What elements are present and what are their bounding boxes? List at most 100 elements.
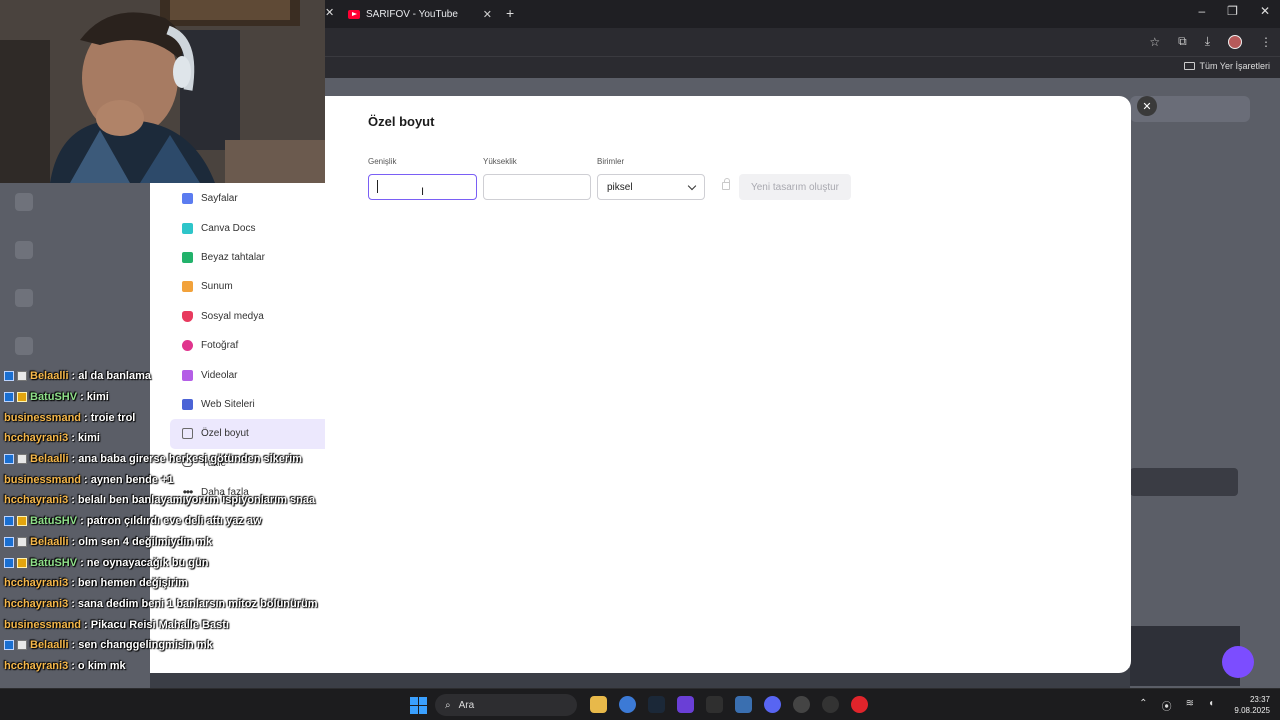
volume-icon[interactable]: ◖	[1208, 698, 1214, 713]
close-tab-icon[interactable]: ✕	[483, 8, 492, 21]
chat-badge-icon	[17, 640, 27, 651]
all-bookmarks-label: Tüm Yer İşaretleri	[1199, 61, 1270, 71]
docs-icon	[182, 222, 193, 234]
browser-tab-youtube[interactable]: SARIFOV - YouTube ✕	[340, 2, 500, 26]
close-icon: ✕	[1142, 100, 1152, 113]
chat-text: : kimi	[71, 432, 100, 445]
chat-text: : patron çıldırdı eve deli attı yaz aw	[80, 515, 262, 528]
restore-icon[interactable]: ❐	[1227, 4, 1238, 18]
microphone-icon[interactable]: ⦿	[1162, 698, 1172, 713]
chat-message: businessmand: troie trol	[4, 407, 334, 428]
sidebar-item[interactable]: Canva Docs	[170, 213, 346, 242]
height-input[interactable]	[483, 174, 591, 200]
search-icon: ⌕	[445, 699, 451, 711]
chat-username: businessmand	[4, 618, 82, 631]
settings-icon[interactable]	[735, 696, 752, 713]
sidebar-item[interactable]: Sayfalar	[170, 184, 346, 213]
chat-badge-icon	[4, 371, 14, 382]
chat-message: hcchayrani3: belalı ben banlayamıyorum i…	[4, 490, 334, 511]
chat-badge-icon	[17, 392, 27, 403]
sidebar-item[interactable]: Sosyal medya	[170, 302, 346, 331]
sidebar-item[interactable]: Sunum	[170, 272, 346, 301]
folder-icon	[1184, 62, 1196, 70]
lock-icon[interactable]	[722, 178, 730, 190]
windows-start-icon[interactable]	[410, 697, 427, 714]
chat-username: hcchayrani3	[4, 494, 69, 507]
chat-badge-icon	[4, 557, 14, 568]
taskbar: ⌕ Ara ⌃ ⦿ ≋ ◖ 23:37 9.08.2025	[0, 688, 1280, 720]
profile-avatar[interactable]	[1228, 34, 1242, 49]
whiteboard-icon	[182, 251, 193, 263]
chat-badge-icon	[4, 536, 14, 547]
chat-message: Belaalli: sen changgelingmisin mk	[4, 635, 334, 656]
file-explorer-icon[interactable]	[590, 696, 607, 713]
chat-username: Belaalli	[30, 453, 69, 466]
chat-badge-icon	[17, 454, 27, 465]
steam-icon[interactable]	[648, 696, 665, 713]
bookmark-star-icon[interactable]: ☆	[1149, 35, 1160, 49]
chat-text: : Pikacu Reisi Mahalle Bastı	[84, 618, 229, 631]
toolbar-icons: ☆ ⧉ ⤓ ⋮	[1149, 34, 1272, 49]
chat-text: : ana baba girerse herkesi götünden sike…	[71, 453, 302, 466]
chat-username: BatuSHV	[30, 556, 78, 569]
obs-icon[interactable]	[793, 696, 810, 713]
chat-message: BatuSHV: ne oynayacağık bu gün	[4, 552, 334, 573]
menu-dots-icon[interactable]: ⋮	[1260, 35, 1272, 49]
chat-message: businessmand: Pikacu Reisi Mahalle Bastı	[4, 614, 334, 635]
clock-time: 23:37	[1249, 695, 1270, 704]
sidebar-item[interactable]: Fotoğraf	[170, 331, 346, 360]
chat-message: hcchayrani3: kimi	[4, 428, 334, 449]
opera-icon[interactable]	[851, 696, 868, 713]
chat-message: hcchayrani3: o kim mk	[4, 656, 334, 677]
sidebar-item-label: Beyaz tahtalar	[201, 251, 265, 263]
tab-title: SARIFOV - YouTube	[366, 8, 458, 20]
chat-username: hcchayrani3	[4, 659, 69, 672]
rail-item[interactable]	[15, 289, 33, 307]
chat-text: : o kim mk	[71, 659, 126, 672]
sidebar-item[interactable]: Beyaz tahtalar	[170, 243, 346, 272]
text-cursor-icon: I	[421, 186, 425, 198]
sidebar-item-label: Sayfalar	[201, 193, 238, 205]
media-player-icon[interactable]	[822, 696, 839, 713]
discord-icon[interactable]	[764, 696, 781, 713]
chat-text: : ben hemen değişirim	[71, 577, 188, 590]
chat-text: : kimi	[80, 391, 109, 404]
chat-username: BatuSHV	[30, 515, 78, 528]
chevron-down-icon	[687, 181, 697, 190]
rail-item[interactable]	[15, 193, 33, 211]
new-tab-icon[interactable]: +	[506, 5, 514, 21]
chrome-icon[interactable]	[619, 696, 636, 713]
chat-badge-icon	[17, 557, 27, 568]
chat-badge-icon	[4, 516, 14, 527]
chat-text: : sana dedim beni 1 banlarsın mitoz bölü…	[71, 597, 318, 610]
chat-username: hcchayrani3	[4, 597, 69, 610]
chat-username: Belaalli	[30, 639, 69, 652]
rail-item[interactable]	[15, 241, 33, 259]
close-window-icon[interactable]: ✕	[1260, 4, 1270, 18]
camera-icon	[182, 340, 193, 352]
tray-chevron-up-icon[interactable]: ⌃	[1139, 698, 1147, 713]
download-icon[interactable]: ⤓	[1205, 34, 1210, 49]
chat-message: Belaalli: al da banlama	[4, 366, 334, 387]
app-icon[interactable]	[677, 696, 694, 713]
help-fab[interactable]	[1222, 646, 1254, 678]
close-previous-tab-icon[interactable]: ✕	[325, 6, 334, 19]
webcam-overlay	[0, 0, 325, 183]
chat-username: hcchayrani3	[4, 577, 69, 590]
taskbar-search[interactable]: ⌕ Ara	[435, 694, 577, 716]
all-bookmarks-button[interactable]: Tüm Yer İşaretleri	[1184, 61, 1270, 71]
chat-username: BatuSHV	[30, 391, 78, 404]
chat-message: BatuSHV: patron çıldırdı eve deli attı y…	[4, 511, 334, 532]
extensions-icon[interactable]: ⧉	[1178, 34, 1187, 49]
clock[interactable]: 23:37 9.08.2025	[1234, 694, 1270, 716]
epic-games-icon[interactable]	[706, 696, 723, 713]
chat-badge-icon	[4, 454, 14, 465]
minimize-icon[interactable]: –	[1198, 4, 1205, 18]
wifi-icon[interactable]: ≋	[1186, 698, 1194, 713]
create-design-button[interactable]: Yeni tasarım oluştur	[739, 174, 851, 200]
rail-item[interactable]	[15, 337, 33, 355]
units-select[interactable]: piksel	[597, 174, 705, 200]
chat-text: : aynen bende +1	[84, 473, 174, 486]
close-dialog-button[interactable]: ✕	[1137, 96, 1157, 116]
taskbar-apps	[590, 696, 868, 713]
